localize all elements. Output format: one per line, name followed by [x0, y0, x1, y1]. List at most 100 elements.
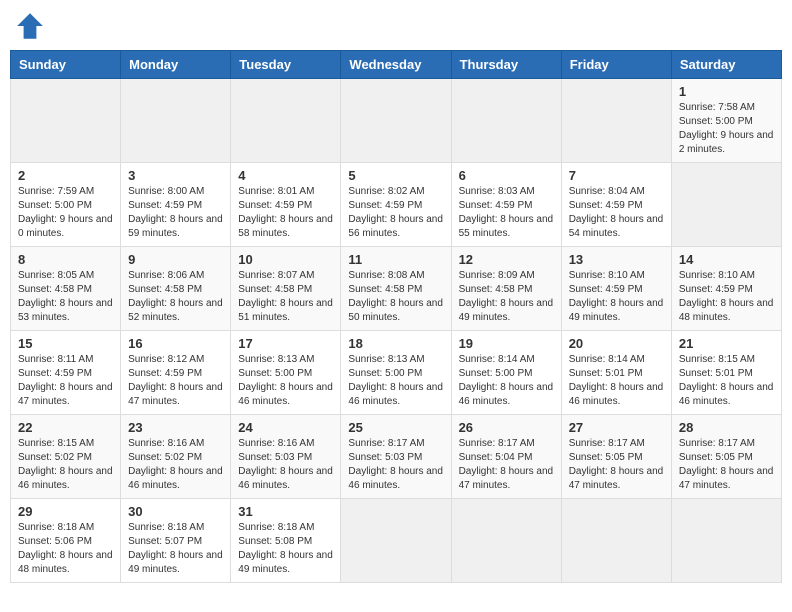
day-cell: 21Sunrise: 8:15 AMSunset: 5:01 PMDayligh…: [671, 331, 781, 415]
day-info: Sunrise: 8:08 AMSunset: 4:58 PMDaylight:…: [348, 269, 443, 325]
day-number: 20: [569, 336, 664, 351]
day-number: 16: [128, 336, 223, 351]
day-cell: 11 Sunrise: 8:08 AMSunset: 4:58 PMDayligh…: [341, 247, 451, 331]
calendar-table: SundayMondayTuesdayWednesdayThursdayFrid…: [10, 50, 782, 583]
day-number: 27: [569, 420, 664, 435]
day-number: 23: [128, 420, 223, 435]
day-info: Sunrise: 8:04 AMSunset: 4:59 PMDaylight:…: [569, 185, 664, 241]
day-of-week-header: Sunday: [11, 51, 121, 79]
day-number: 2: [18, 168, 113, 183]
day-cell: 17 Sunrise: 8:13 AMSunset: 5:00 PMDayligh…: [231, 331, 341, 415]
day-number: 6: [459, 168, 554, 183]
day-number: 8: [18, 252, 113, 267]
day-cell: 10 Sunrise: 8:07 AMSunset: 4:58 PMDayligh…: [231, 247, 341, 331]
empty-day-cell: [231, 79, 341, 163]
day-info: Sunrise: 8:16 AMSunset: 5:02 PMDaylight:…: [128, 437, 223, 493]
day-cell: 4 Sunrise: 8:01 AMSunset: 4:59 PMDaylight…: [231, 163, 341, 247]
day-number: 19: [459, 336, 554, 351]
day-number: 28: [679, 420, 774, 435]
empty-day-cell: [451, 499, 561, 583]
day-of-week-header: Thursday: [451, 51, 561, 79]
day-number: 25: [348, 420, 443, 435]
empty-day-cell: [121, 79, 231, 163]
empty-day-cell: [561, 499, 671, 583]
day-info: Sunrise: 8:07 AMSunset: 4:58 PMDaylight:…: [238, 269, 333, 325]
day-of-week-header: Friday: [561, 51, 671, 79]
calendar-week: 29 Sunrise: 8:18 AMSunset: 5:06 PMDayligh…: [11, 499, 782, 583]
day-cell: 19Sunrise: 8:14 AMSunset: 5:00 PMDayligh…: [451, 331, 561, 415]
day-info: Sunrise: 8:14 AMSunset: 5:01 PMDaylight:…: [569, 353, 664, 409]
day-of-week-header: Monday: [121, 51, 231, 79]
day-number: 29: [18, 504, 113, 519]
day-cell: 20 Sunrise: 8:14 AMSunset: 5:01 PMDayligh…: [561, 331, 671, 415]
day-cell: 22 Sunrise: 8:15 AMSunset: 5:02 PMDayligh…: [11, 415, 121, 499]
day-info: Sunrise: 8:18 AMSunset: 5:06 PMDaylight:…: [18, 521, 113, 577]
day-number: 24: [238, 420, 333, 435]
empty-day-cell: [11, 79, 121, 163]
day-number: 13: [569, 252, 664, 267]
day-info: Sunrise: 7:58 AMSunset: 5:00 PMDaylight:…: [679, 101, 774, 157]
empty-day-cell: [561, 79, 671, 163]
day-info: Sunrise: 8:05 AMSunset: 4:58 PMDaylight:…: [18, 269, 113, 325]
day-number: 10: [238, 252, 333, 267]
day-number: 26: [459, 420, 554, 435]
day-number: 17: [238, 336, 333, 351]
day-info: Sunrise: 8:10 AMSunset: 4:59 PMDaylight:…: [569, 269, 664, 325]
day-number: 30: [128, 504, 223, 519]
day-number: 5: [348, 168, 443, 183]
empty-day-cell: [341, 499, 451, 583]
day-cell: 28Sunrise: 8:17 AMSunset: 5:05 PMDayligh…: [671, 415, 781, 499]
day-info: Sunrise: 8:17 AMSunset: 5:04 PMDaylight:…: [459, 437, 554, 493]
day-cell: 15Sunrise: 8:11 AMSunset: 4:59 PMDayligh…: [11, 331, 121, 415]
day-cell: 23 Sunrise: 8:16 AMSunset: 5:02 PMDayligh…: [121, 415, 231, 499]
day-cell: 3Sunrise: 8:00 AMSunset: 4:59 PMDaylight…: [121, 163, 231, 247]
day-info: Sunrise: 8:03 AMSunset: 4:59 PMDaylight:…: [459, 185, 554, 241]
calendar-week: 1 Sunrise: 7:58 AMSunset: 5:00 PMDaylight…: [11, 79, 782, 163]
day-number: 18: [348, 336, 443, 351]
day-number: 11: [348, 252, 443, 267]
day-info: Sunrise: 8:17 AMSunset: 5:05 PMDaylight:…: [569, 437, 664, 493]
day-info: Sunrise: 8:01 AMSunset: 4:59 PMDaylight:…: [238, 185, 333, 241]
day-number: 1: [679, 84, 774, 99]
day-number: 22: [18, 420, 113, 435]
day-cell: 9 Sunrise: 8:06 AMSunset: 4:58 PMDaylight…: [121, 247, 231, 331]
day-number: 31: [238, 504, 333, 519]
day-number: 9: [128, 252, 223, 267]
calendar-week: 22 Sunrise: 8:15 AMSunset: 5:02 PMDayligh…: [11, 415, 782, 499]
calendar-body: 1 Sunrise: 7:58 AMSunset: 5:00 PMDaylight…: [11, 79, 782, 583]
day-info: Sunrise: 8:13 AMSunset: 5:00 PMDaylight:…: [238, 353, 333, 409]
day-info: Sunrise: 8:15 AMSunset: 5:01 PMDaylight:…: [679, 353, 774, 409]
day-of-week-header: Tuesday: [231, 51, 341, 79]
day-info: Sunrise: 8:06 AMSunset: 4:58 PMDaylight:…: [128, 269, 223, 325]
day-info: Sunrise: 8:15 AMSunset: 5:02 PMDaylight:…: [18, 437, 113, 493]
empty-day-cell: [671, 163, 781, 247]
day-info: Sunrise: 7:59 AMSunset: 5:00 PMDaylight:…: [18, 185, 113, 241]
calendar-week: 15Sunrise: 8:11 AMSunset: 4:59 PMDayligh…: [11, 331, 782, 415]
calendar-week: 2 Sunrise: 7:59 AMSunset: 5:00 PMDaylight…: [11, 163, 782, 247]
logo: [14, 10, 50, 42]
day-info: Sunrise: 8:18 AMSunset: 5:08 PMDaylight:…: [238, 521, 333, 577]
empty-day-cell: [341, 79, 451, 163]
day-cell: 27 Sunrise: 8:17 AMSunset: 5:05 PMDayligh…: [561, 415, 671, 499]
day-number: 3: [128, 168, 223, 183]
day-cell: 18Sunrise: 8:13 AMSunset: 5:00 PMDayligh…: [341, 331, 451, 415]
day-info: Sunrise: 8:17 AMSunset: 5:03 PMDaylight:…: [348, 437, 443, 493]
empty-day-cell: [451, 79, 561, 163]
day-info: Sunrise: 8:18 AMSunset: 5:07 PMDaylight:…: [128, 521, 223, 577]
day-cell: 2 Sunrise: 7:59 AMSunset: 5:00 PMDaylight…: [11, 163, 121, 247]
day-cell: 1 Sunrise: 7:58 AMSunset: 5:00 PMDaylight…: [671, 79, 781, 163]
day-info: Sunrise: 8:12 AMSunset: 4:59 PMDaylight:…: [128, 353, 223, 409]
day-number: 4: [238, 168, 333, 183]
day-cell: 29 Sunrise: 8:18 AMSunset: 5:06 PMDayligh…: [11, 499, 121, 583]
day-number: 12: [459, 252, 554, 267]
day-cell: 13 Sunrise: 8:10 AMSunset: 4:59 PMDayligh…: [561, 247, 671, 331]
day-info: Sunrise: 8:10 AMSunset: 4:59 PMDaylight:…: [679, 269, 774, 325]
day-number: 15: [18, 336, 113, 351]
day-cell: 12Sunrise: 8:09 AMSunset: 4:58 PMDayligh…: [451, 247, 561, 331]
day-cell: 8 Sunrise: 8:05 AMSunset: 4:58 PMDaylight…: [11, 247, 121, 331]
day-cell: 30 Sunrise: 8:18 AMSunset: 5:07 PMDayligh…: [121, 499, 231, 583]
day-cell: 31 Sunrise: 8:18 AMSunset: 5:08 PMDayligh…: [231, 499, 341, 583]
day-of-week-header: Saturday: [671, 51, 781, 79]
day-cell: 25 Sunrise: 8:17 AMSunset: 5:03 PMDayligh…: [341, 415, 451, 499]
day-cell: 24Sunrise: 8:16 AMSunset: 5:03 PMDayligh…: [231, 415, 341, 499]
